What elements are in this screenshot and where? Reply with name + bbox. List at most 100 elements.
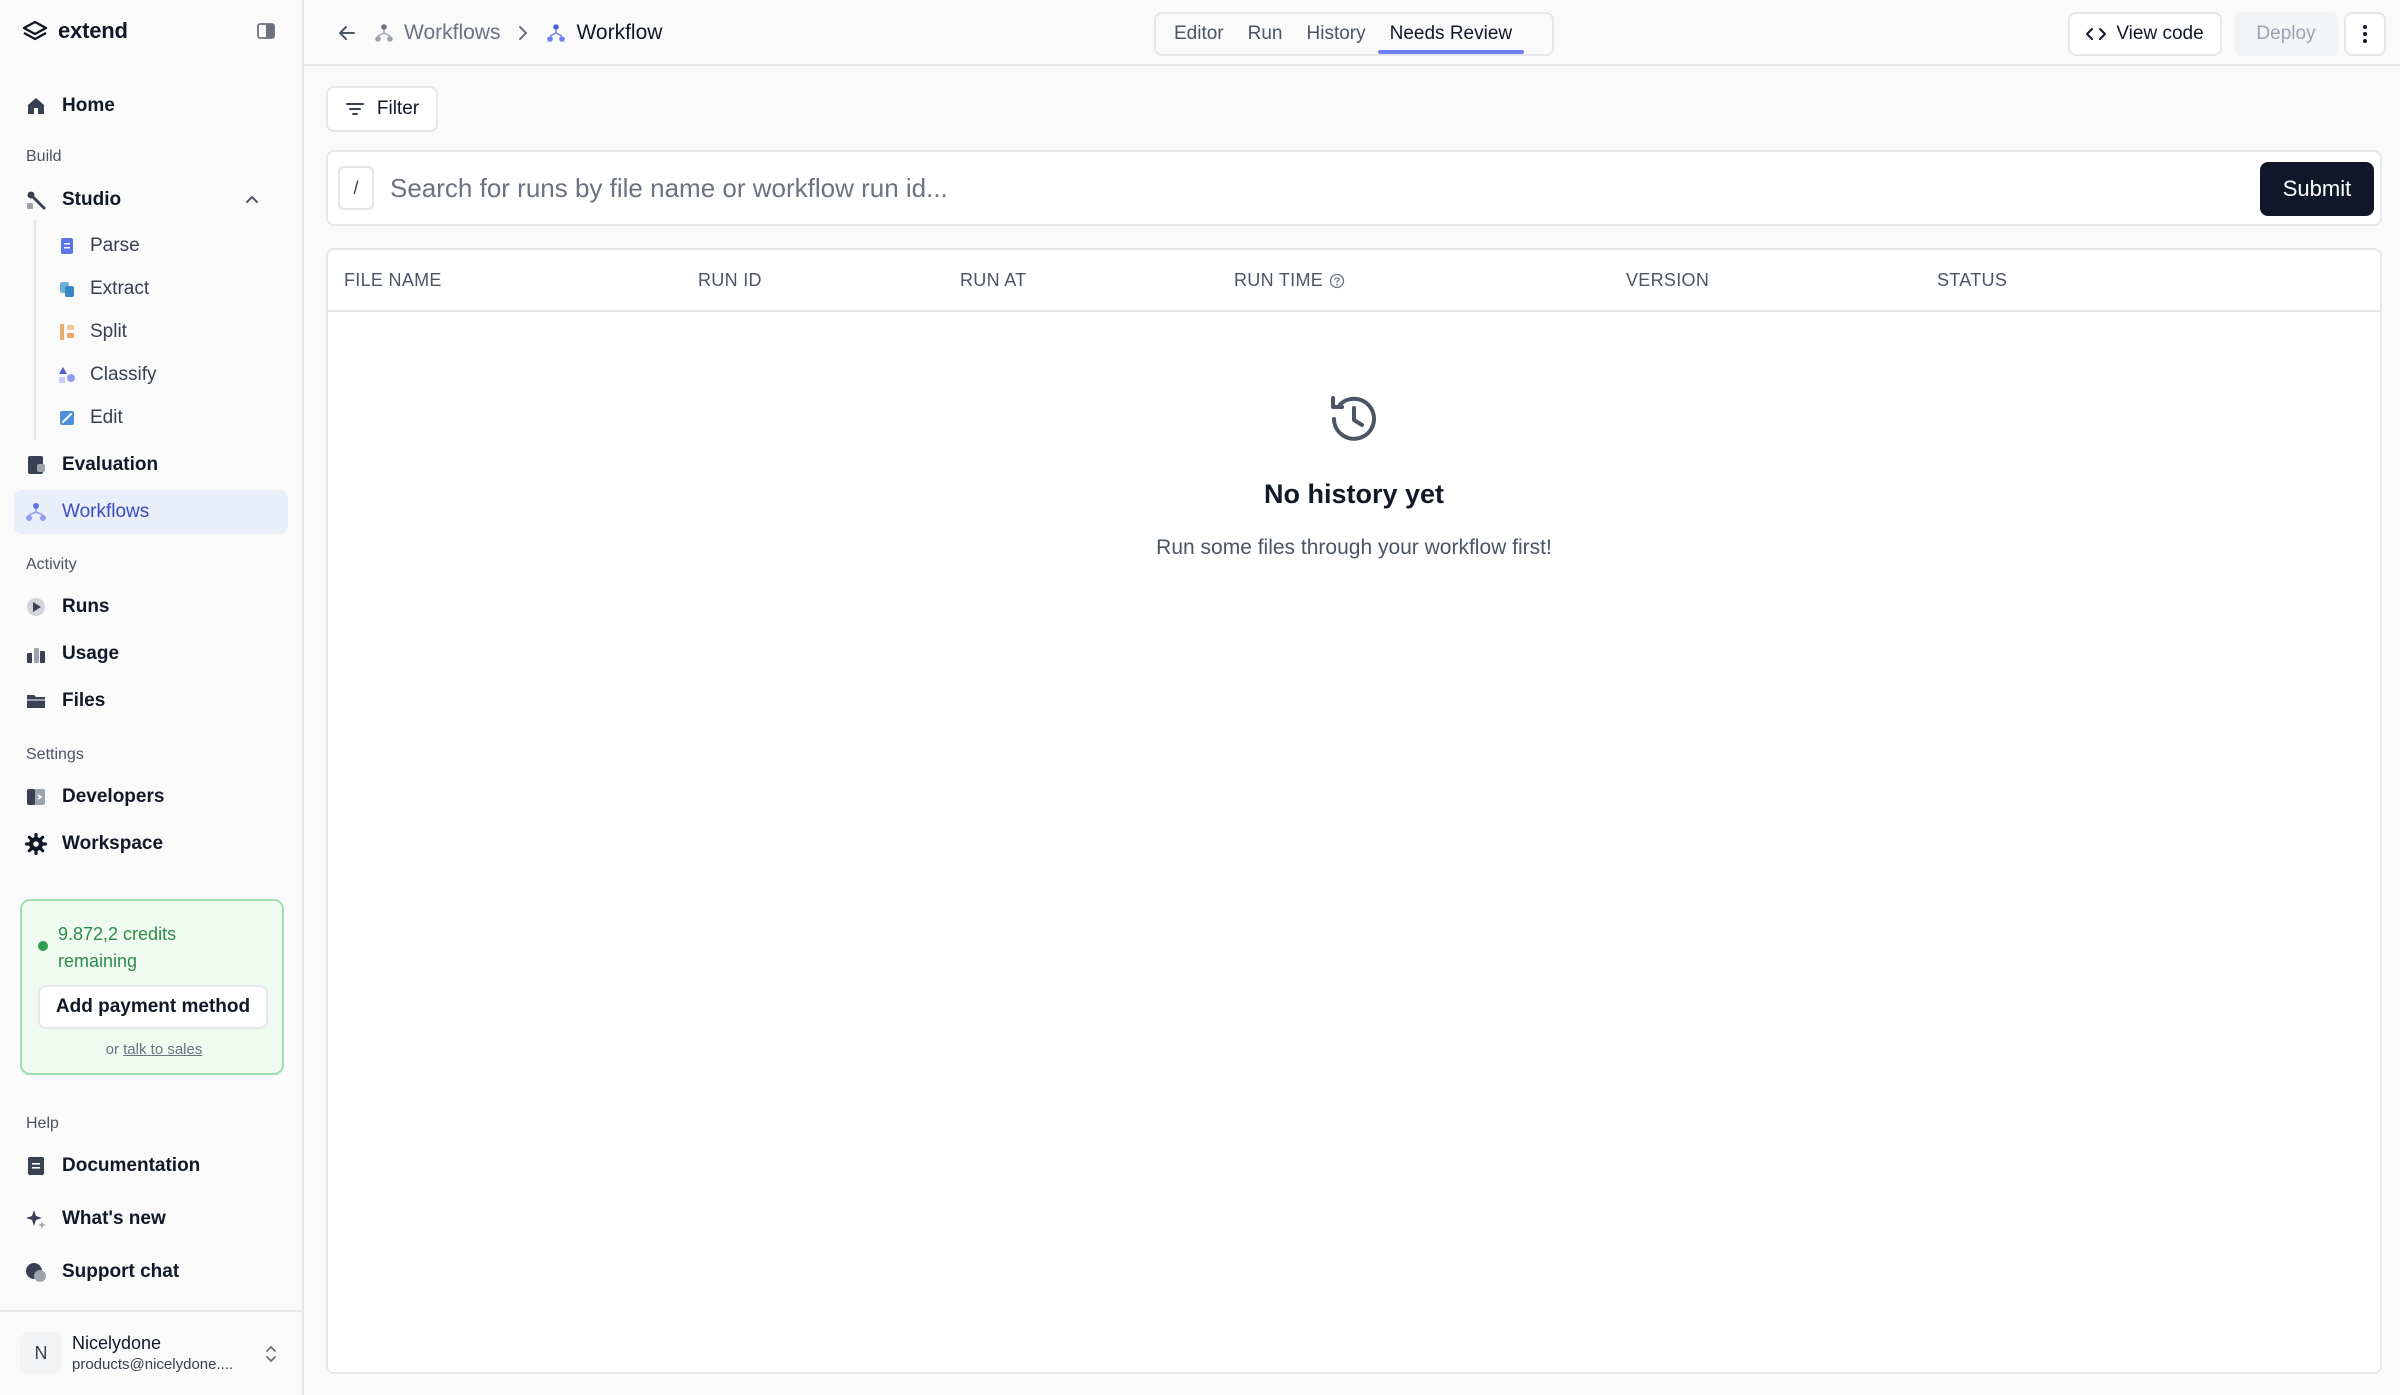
add-payment-method-button[interactable]: Add payment method [38,985,268,1029]
view-code-button[interactable]: View code [2068,12,2222,56]
nav-usage[interactable]: Usage [14,632,288,676]
section-help: Help [26,1115,59,1132]
nav-evaluation[interactable]: Evaluation [14,443,288,487]
section-activity: Activity [26,556,77,573]
credits-card: 9.872,2 credits remaining Add payment me… [20,899,284,1075]
collapse-sidebar-button[interactable] [256,21,276,41]
nav-workspace-label: Workspace [62,833,164,854]
tab-needs-review[interactable]: Needs Review [1377,14,1525,54]
filter-button[interactable]: Filter [326,86,438,132]
evaluation-icon [24,453,48,477]
usage-chart-icon [24,642,48,666]
studio-icon [24,188,48,212]
search-shortcut-key: / [338,166,374,210]
empty-state-subtitle: Run some files through your workflow fir… [1156,536,1552,559]
nav-developers[interactable]: Developers [14,775,288,819]
history-icon [1331,396,1376,441]
user-menu[interactable]: N Nicelydone products@nicelydone.... [0,1310,302,1395]
more-vertical-icon [2363,25,2367,43]
or-text: or [105,1041,119,1058]
chevron-up-icon[interactable] [242,190,262,210]
nav-home-label: Home [62,95,115,116]
main-content: Workflows Workflow Editor Run History Ne… [304,0,2400,1395]
nav-whats-new-label: What's new [62,1208,166,1229]
nav-extract-label: Extract [90,278,150,299]
breadcrumb-workflows-label: Workflows [404,21,501,44]
section-settings: Settings [26,746,84,763]
column-run-time: RUN TIME [1234,270,1345,291]
nav-split[interactable]: Split [58,312,127,352]
extend-logo-icon [22,20,48,41]
extract-icon [60,282,74,297]
nav-runs[interactable]: Runs [14,585,288,629]
play-icon [24,595,48,619]
nav-files-label: Files [62,690,106,711]
sidebar: extend Home Build Studio Parse Extract S… [0,0,304,1395]
nav-support-chat-label: Support chat [62,1261,180,1282]
empty-state: No history yet Run some files through yo… [328,390,2380,560]
nav-workflows[interactable]: Workflows [14,490,288,534]
nav-workspace[interactable]: Workspace [14,822,288,866]
brand-name: extend [58,18,128,43]
column-run-id: RUN ID [698,270,762,290]
column-run-at: RUN AT [960,270,1027,290]
user-name: Nicelydone [72,1333,162,1353]
breadcrumb-workflows[interactable]: Workflows [374,21,500,45]
chevron-right-icon [516,24,530,42]
help-circle-icon[interactable] [1329,273,1345,289]
nav-parse[interactable]: Parse [58,226,140,266]
nav-edit-label: Edit [90,407,123,428]
credits-remaining: 9.872,2 credits remaining [58,924,177,971]
nav-parse-label: Parse [90,235,140,256]
tab-editor[interactable]: Editor [1162,14,1236,54]
view-code-label: View code [2116,23,2204,44]
tab-history[interactable]: History [1295,14,1378,54]
deploy-button[interactable]: Deploy [2234,12,2338,56]
nav-edit[interactable]: Edit [58,398,123,438]
search-input[interactable] [390,166,2190,210]
nav-usage-label: Usage [62,643,120,664]
nav-whats-new[interactable]: What's new [14,1197,288,1241]
talk-to-sales-line: or talk to sales [22,1041,286,1058]
developers-icon [24,785,48,809]
nav-studio[interactable]: Studio [14,178,288,222]
submit-button[interactable]: Submit [2260,162,2374,216]
runs-table: FILE NAME RUN ID RUN AT RUN TIME VERSION… [326,248,2382,1374]
nav-classify[interactable]: Classify [58,355,157,395]
table-header: FILE NAME RUN ID RUN AT RUN TIME VERSION… [328,250,2380,312]
nav-support-chat[interactable]: Support chat [14,1250,288,1294]
workflow-tabs: Editor Run History Needs Review [1154,12,1554,56]
tab-run[interactable]: Run [1236,14,1295,54]
breadcrumb: Workflows Workflow [374,18,662,48]
code-icon [2086,28,2107,40]
nav-documentation[interactable]: Documentation [14,1144,288,1188]
back-arrow-icon[interactable] [334,20,360,46]
search-bar: / Submit [326,150,2382,226]
nav-workflows-label: Workflows [62,501,150,522]
user-email: products@nicelydone.... [72,1356,234,1373]
split-icon [60,324,74,340]
section-build: Build [26,148,62,165]
document-icon [24,1154,48,1178]
nav-files[interactable]: Files [14,679,288,723]
talk-to-sales-link[interactable]: talk to sales [123,1041,202,1058]
nav-studio-label: Studio [62,189,122,210]
filter-label: Filter [376,98,420,119]
classify-icon [59,367,75,383]
nav-runs-label: Runs [62,596,110,617]
edit-icon [60,411,74,425]
nav-extract[interactable]: Extract [58,269,149,309]
breadcrumb-current: Workflow [546,21,662,45]
more-options-button[interactable] [2344,12,2386,56]
chat-icon [24,1260,48,1284]
nav-home[interactable]: Home [14,84,288,128]
parse-icon [61,238,73,254]
chevron-up-down-icon [266,1345,276,1363]
brand-logo[interactable]: extend [22,16,128,46]
breadcrumb-current-label: Workflow [576,21,663,44]
nav-evaluation-label: Evaluation [62,454,159,475]
empty-state-title: No history yet [1263,479,1445,509]
nav-developers-label: Developers [62,786,165,807]
top-bar: Workflows Workflow Editor Run History Ne… [304,0,2400,66]
avatar: N [20,1332,62,1374]
